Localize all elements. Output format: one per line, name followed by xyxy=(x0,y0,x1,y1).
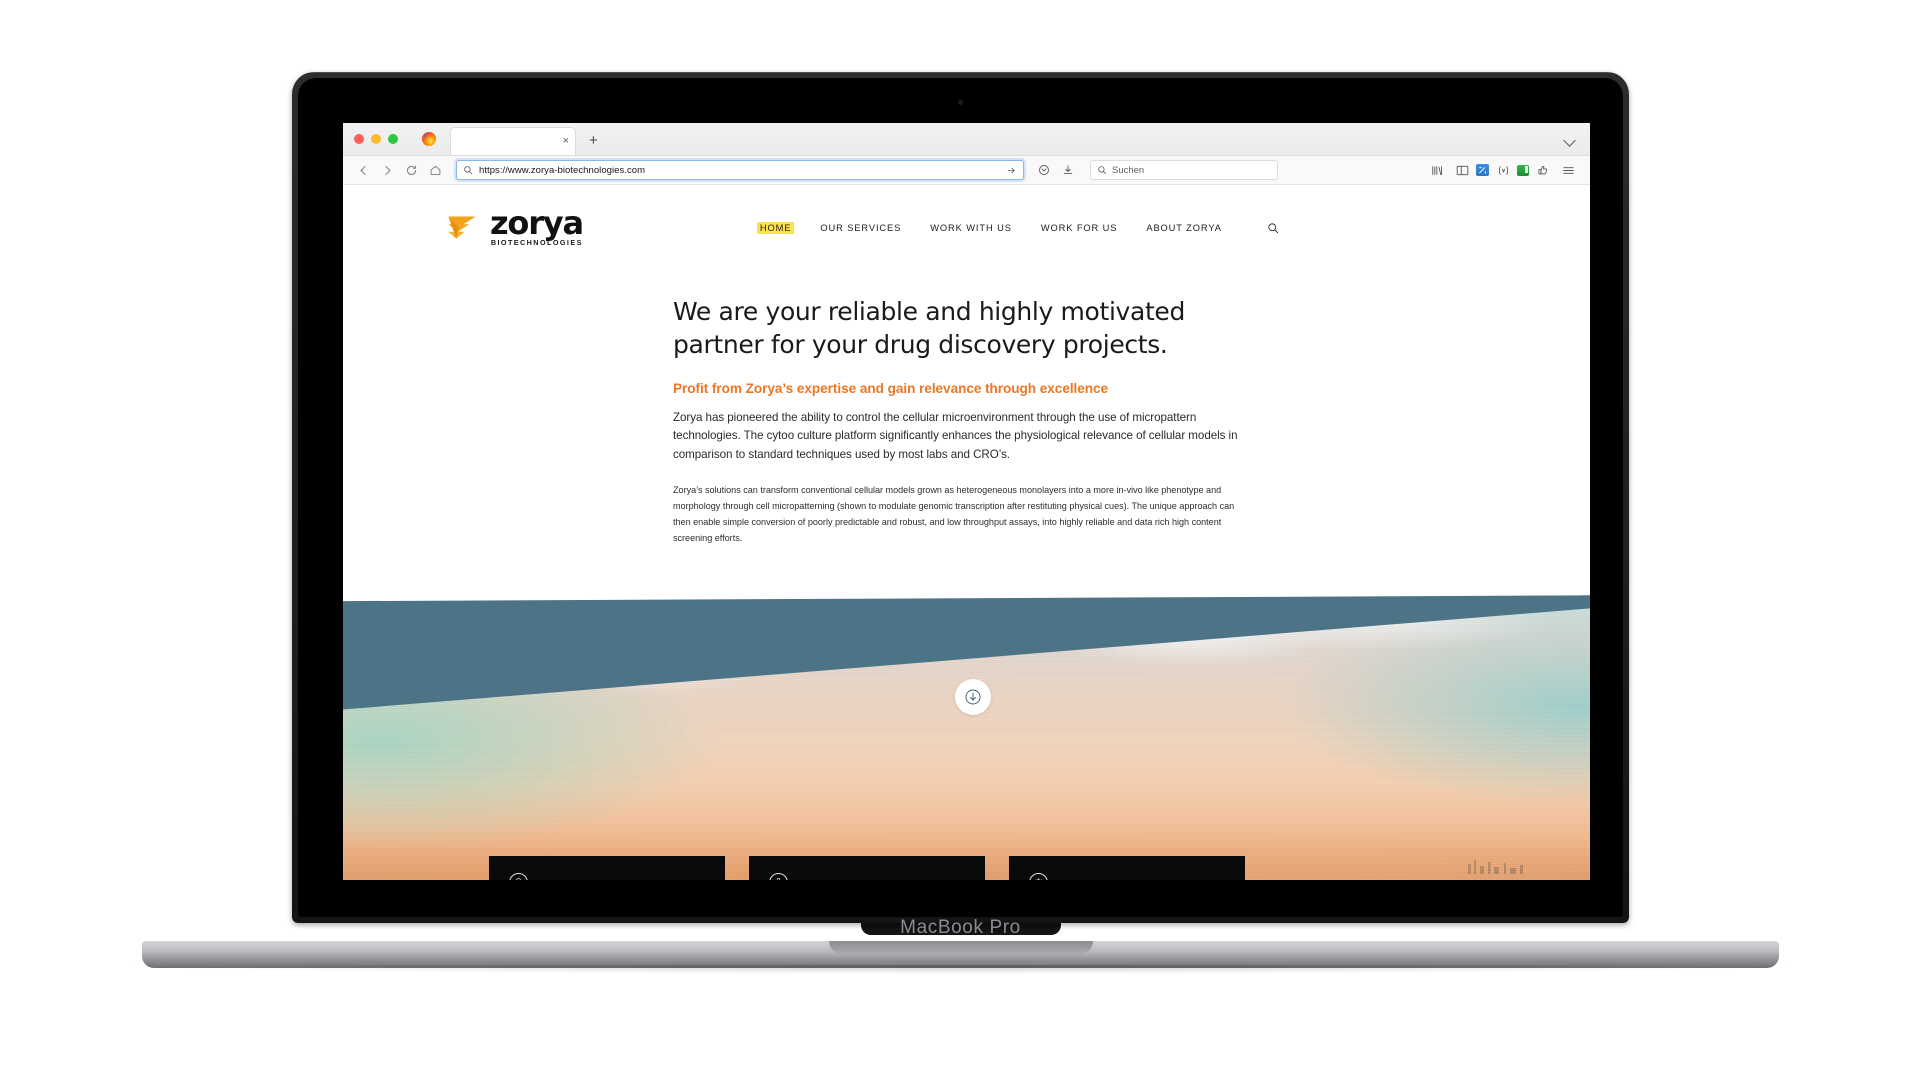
back-button[interactable] xyxy=(352,159,374,181)
minimize-window-button[interactable] xyxy=(371,134,381,144)
search-bar[interactable]: Suchen xyxy=(1090,160,1278,180)
feature-card-drug-development[interactable]: #biotech #research #drug development Dru… xyxy=(749,856,985,880)
arrow-down-circle-icon xyxy=(965,689,981,705)
hero-copy-block: We are your reliable and highly motivate… xyxy=(343,271,1590,547)
micropattern-icon xyxy=(1029,873,1048,880)
new-tab-button[interactable]: + xyxy=(589,133,598,148)
scroll-down-button[interactable] xyxy=(955,679,991,715)
feature-cards: #technology #innovation #newservices Inn… xyxy=(489,856,1245,880)
go-arrow-icon xyxy=(1007,167,1015,173)
nav-item-work-for-us[interactable]: WORK FOR US xyxy=(1039,222,1120,234)
laptop-shadow xyxy=(132,965,1789,974)
device-label: MacBook Pro xyxy=(900,917,1021,938)
zorya-logo[interactable]: zorya BIOTECHNOLOGIES xyxy=(447,203,584,248)
address-bar-url: https://www.zorya-biotechnologies.com xyxy=(479,164,646,176)
downloads-icon[interactable] xyxy=(1057,159,1079,181)
nav-item-about-zorya[interactable]: ABOUT ZORYA xyxy=(1144,222,1224,234)
close-window-button[interactable] xyxy=(354,134,364,144)
lightbulb-icon xyxy=(509,873,528,880)
extension-icon[interactable] xyxy=(1492,159,1514,181)
window-controls xyxy=(354,134,398,155)
feature-card-innovations[interactable]: #technology #innovation #newservices Inn… xyxy=(489,856,725,880)
forward-button[interactable] xyxy=(376,159,398,181)
firefox-logo-icon xyxy=(422,132,436,146)
screenshot-stage: × + https://www.zorya-biotechnologies.co… xyxy=(0,0,1920,1080)
browser-tab[interactable]: × xyxy=(450,127,576,155)
tab-strip: × + xyxy=(343,123,1590,156)
hero-image-band: #technology #innovation #newservices Inn… xyxy=(343,591,1590,880)
laptop-screen-shell: × + https://www.zorya-biotechnologies.co… xyxy=(292,72,1629,923)
toolbar-right-icons xyxy=(1426,159,1581,181)
page-title: We are your reliable and highly motivate… xyxy=(673,297,1185,360)
webcam-icon xyxy=(958,100,963,105)
logo-tagline: BIOTECHNOLOGIES xyxy=(490,238,583,248)
navigation-toolbar: https://www.zorya-biotechnologies.com Su… xyxy=(343,156,1590,185)
tab-close-icon[interactable]: × xyxy=(563,136,569,147)
hero-paragraph-secondary: Zorya’s solutions can transform conventi… xyxy=(673,484,1235,544)
reload-button[interactable] xyxy=(400,159,422,181)
screenshot-extension-icon[interactable] xyxy=(1476,164,1489,176)
laptop-mockup: × + https://www.zorya-biotechnologies.co… xyxy=(132,72,1789,974)
site-search-icon[interactable] xyxy=(1267,222,1279,234)
skyline-silhouette xyxy=(1468,860,1523,874)
laptop-base xyxy=(142,941,1779,968)
search-icon xyxy=(464,166,473,175)
menu-icon[interactable] xyxy=(1557,159,1579,181)
home-button[interactable] xyxy=(424,159,446,181)
zorya-logo-text: zorya BIOTECHNOLOGIES xyxy=(490,203,584,248)
maximize-window-button[interactable] xyxy=(388,134,398,144)
site-navigation: HOME OUR SERVICES WORK WITH US WORK FOR … xyxy=(757,222,1279,234)
feature-card-micropatterns[interactable]: #biotech #research #drug development Mic… xyxy=(1009,856,1245,880)
library-icon[interactable] xyxy=(1426,159,1448,181)
nav-item-our-services[interactable]: OUR SERVICES xyxy=(818,222,903,234)
display-viewport: × + https://www.zorya-biotechnologies.co… xyxy=(343,123,1590,880)
firefox-window: × + https://www.zorya-biotechnologies.co… xyxy=(343,123,1590,880)
screen-bezel: × + https://www.zorya-biotechnologies.co… xyxy=(298,78,1623,917)
adblock-extension-icon[interactable] xyxy=(1517,164,1529,176)
search-input-placeholder: Suchen xyxy=(1112,164,1145,176)
nav-item-home[interactable]: HOME xyxy=(757,222,794,234)
search-icon xyxy=(1098,166,1107,175)
hero-paragraph-primary: Zorya has pioneered the ability to contr… xyxy=(673,410,1238,462)
pocket-save-icon[interactable] xyxy=(1033,159,1055,181)
molecule-flask-icon xyxy=(769,873,788,880)
pocket-icon[interactable] xyxy=(1532,159,1554,181)
list-all-tabs-chevron-down-icon[interactable] xyxy=(1563,134,1576,147)
hero-subheadline: Profit from Zorya’s expertise and gain r… xyxy=(673,380,1109,396)
address-bar[interactable]: https://www.zorya-biotechnologies.com xyxy=(456,160,1024,180)
web-page-content: zorya BIOTECHNOLOGIES HOME OUR SERVICES … xyxy=(343,185,1590,880)
logo-wordmark: zorya xyxy=(490,203,584,242)
sidebar-icon[interactable] xyxy=(1451,159,1473,181)
site-header: zorya BIOTECHNOLOGIES HOME OUR SERVICES … xyxy=(343,185,1590,271)
zorya-logo-mark-icon xyxy=(448,216,476,239)
nav-item-work-with-us[interactable]: WORK WITH US xyxy=(928,222,1014,234)
